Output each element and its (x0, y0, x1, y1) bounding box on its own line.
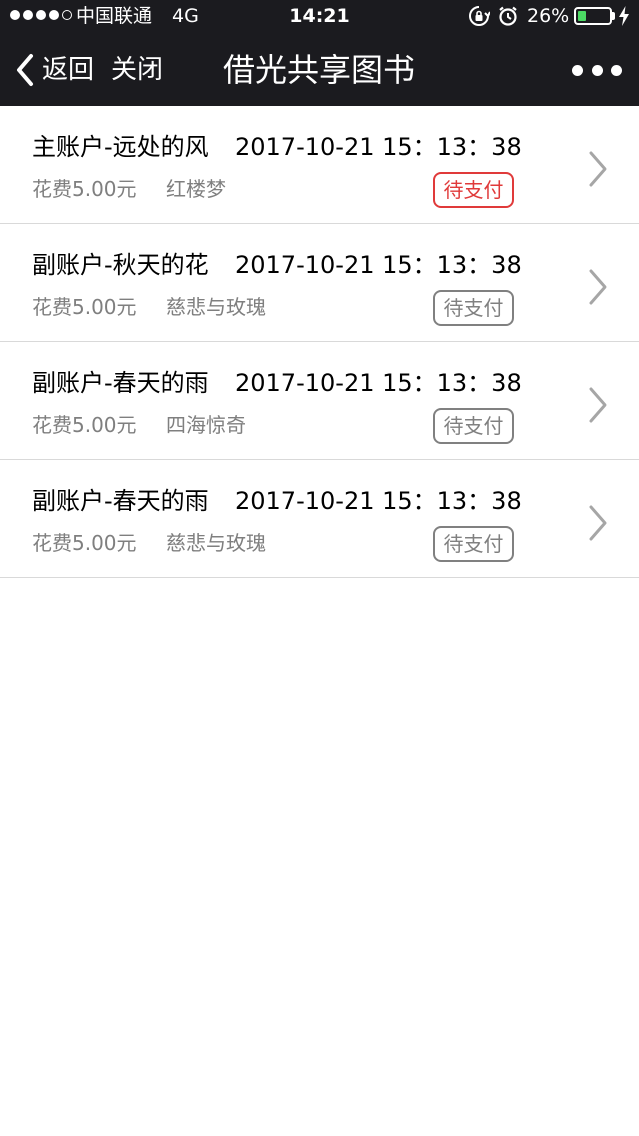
book-title: 慈悲与玫瑰 (166, 295, 266, 319)
order-cost: 花费5.00元 (32, 413, 137, 437)
back-button[interactable]: 返回 (14, 50, 94, 90)
rotation-lock-icon (469, 6, 490, 26)
order-datetime: 2017-10-21 15：13：38 (235, 369, 522, 397)
account-name: 副账户-春天的雨 (32, 487, 209, 515)
chevron-right-icon (589, 505, 607, 541)
order-datetime: 2017-10-21 15：13：38 (235, 487, 522, 515)
more-dots-icon[interactable] (572, 60, 622, 80)
chevron-right-icon (589, 269, 607, 305)
back-label: 返回 (42, 55, 95, 85)
top-bar: 中国联通 4G 14:21 26% 返回 关闭 借光共享图书 (0, 0, 639, 106)
chevron-right-icon (589, 387, 607, 423)
book-title: 慈悲与玫瑰 (166, 531, 266, 555)
battery-percentage: 26% (527, 5, 570, 27)
account-name: 主账户-远处的风 (32, 133, 209, 161)
battery-cap (612, 12, 615, 20)
list-item[interactable]: 副账户-秋天的花 2017-10-21 15：13：38 花费5.00元 慈悲与… (0, 224, 639, 342)
order-cost: 花费5.00元 (32, 177, 137, 201)
order-datetime: 2017-10-21 15：13：38 (235, 133, 522, 161)
order-datetime: 2017-10-21 15：13：38 (235, 251, 522, 279)
battery-level (578, 11, 586, 21)
status-badge[interactable]: 待支付 (433, 172, 514, 208)
order-list: 主账户-远处的风 2017-10-21 15：13：38 花费5.00元 红楼梦… (0, 106, 639, 578)
list-item[interactable]: 副账户-春天的雨 2017-10-21 15：13：38 花费5.00元 四海惊… (0, 342, 639, 460)
page-title: 借光共享图书 (223, 51, 416, 89)
order-cost: 花费5.00元 (32, 531, 137, 555)
status-badge[interactable]: 待支付 (433, 526, 514, 562)
navigation-bar: 返回 关闭 借光共享图书 (0, 32, 639, 106)
book-title: 四海惊奇 (166, 413, 246, 437)
list-item[interactable]: 副账户-春天的雨 2017-10-21 15：13：38 花费5.00元 慈悲与… (0, 460, 639, 578)
status-badge[interactable]: 待支付 (433, 290, 514, 326)
order-cost: 花费5.00元 (32, 295, 137, 319)
status-bar: 中国联通 4G 14:21 26% (0, 0, 639, 32)
account-name: 副账户-春天的雨 (32, 369, 209, 397)
status-badge[interactable]: 待支付 (433, 408, 514, 444)
list-item[interactable]: 主账户-远处的风 2017-10-21 15：13：38 花费5.00元 红楼梦… (0, 106, 639, 224)
charging-bolt-icon (619, 6, 629, 26)
chevron-left-icon (17, 54, 33, 86)
book-title: 红楼梦 (166, 177, 226, 201)
battery-icon (574, 7, 612, 25)
alarm-clock-icon (499, 6, 517, 26)
account-name: 副账户-秋天的花 (32, 251, 209, 279)
chevron-right-icon (589, 151, 607, 187)
close-button[interactable]: 关闭 (111, 50, 163, 90)
